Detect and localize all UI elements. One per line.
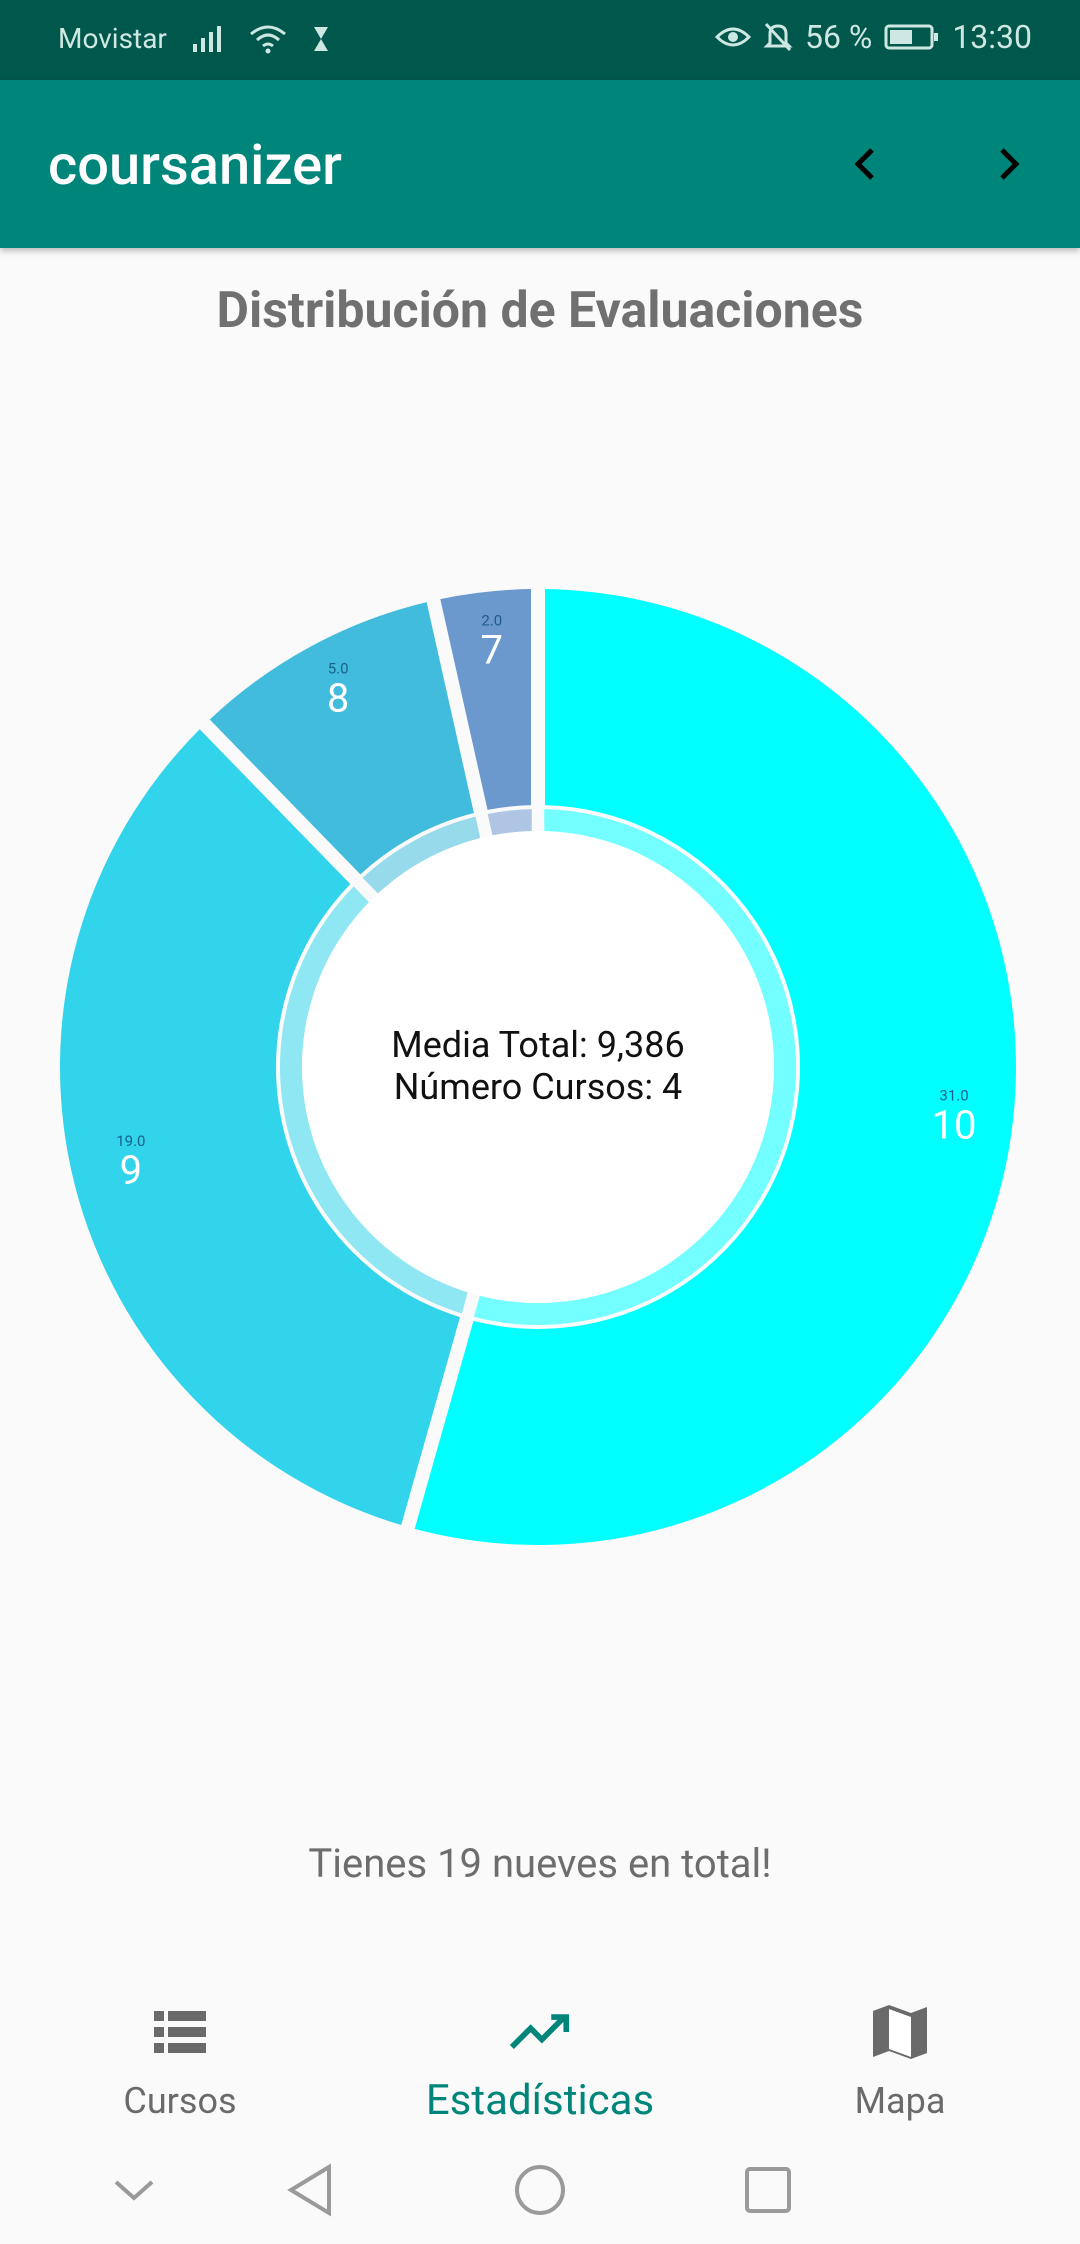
nav-tab-estadisticas[interactable]: Estadísticas — [360, 1980, 720, 2130]
slice-value-label: 9 — [120, 1147, 142, 1194]
recents-square-icon — [743, 2165, 793, 2219]
summary-text: Tienes 19 nueves en total! — [308, 1840, 772, 1887]
chevron-left-icon — [848, 144, 884, 188]
chevron-down-icon — [112, 2176, 156, 2208]
donut-chart: Media Total: 9,386 Número Cursos: 4 31.0… — [59, 589, 1016, 1545]
home-circle-icon — [513, 2163, 567, 2221]
nav-tab-mapa-label: Mapa — [854, 2080, 946, 2122]
list-icon — [150, 2002, 210, 2062]
nav-tab-cursos[interactable]: Cursos — [0, 1980, 360, 2130]
home-button[interactable] — [510, 2162, 570, 2222]
hourglass-icon — [311, 25, 331, 53]
trending-up-icon — [510, 2002, 570, 2062]
notifications-off-icon — [763, 21, 793, 53]
eye-icon — [714, 23, 751, 51]
back-triangle-icon — [285, 2163, 335, 2221]
nav-tab-mapa[interactable]: Mapa — [720, 1980, 1080, 2130]
app-bar: coursanizer — [0, 80, 1080, 248]
slice-value-label: 8 — [327, 675, 349, 722]
system-navigation-bar — [0, 2136, 1080, 2244]
chart-title: Distribución de Evaluaciones — [216, 282, 864, 340]
slice-value-label: 7 — [481, 627, 503, 674]
bottom-navigation: Cursos Estadísticas Mapa — [0, 1980, 1080, 2130]
previous-button[interactable] — [836, 136, 896, 196]
chevron-right-icon — [990, 144, 1026, 188]
center-average: Media Total: 9,386 — [391, 1024, 684, 1066]
battery-icon — [884, 23, 940, 51]
battery-percent: 56 % — [804, 18, 873, 56]
carrier-label: Movistar — [58, 22, 167, 55]
slice-value-label: 10 — [932, 1102, 977, 1149]
app-title: coursanizer — [48, 132, 342, 198]
wifi-icon — [249, 24, 287, 54]
status-bar: Movistar 56 % 13:30 — [0, 0, 1080, 80]
clock: 13:30 — [952, 18, 1032, 56]
recents-button[interactable] — [738, 2162, 798, 2222]
center-course-count: Número Cursos: 4 — [394, 1066, 683, 1108]
map-icon — [870, 2002, 930, 2062]
collapse-button[interactable] — [104, 2162, 164, 2222]
nav-tab-estadisticas-label: Estadísticas — [425, 2076, 655, 2125]
next-button[interactable] — [978, 136, 1038, 196]
nav-tab-cursos-label: Cursos — [123, 2080, 237, 2122]
signal-icon — [191, 24, 225, 54]
back-button[interactable] — [280, 2162, 340, 2222]
